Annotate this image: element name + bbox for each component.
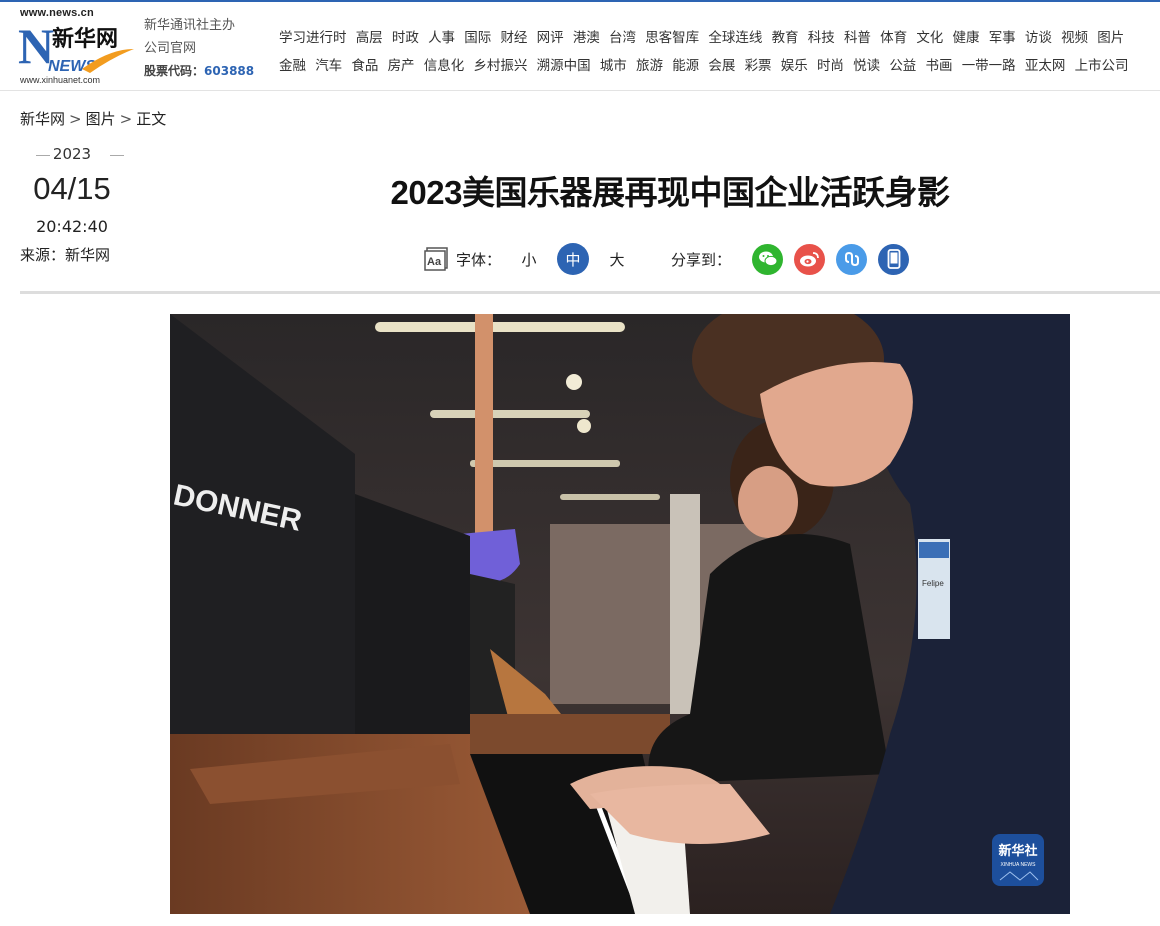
row2-item[interactable]: 书画	[926, 54, 953, 74]
weibo-share-icon[interactable]	[794, 243, 826, 275]
row1-item[interactable]: 人事	[428, 26, 455, 46]
row1-item[interactable]: 图片	[1097, 26, 1124, 46]
breadcrumb-separator: >	[119, 110, 133, 128]
main-nav: 学习进行时 高层 时政 人事 国际 财经 网评 港澳 台湾 思客智库 全球连线 教育 科技 科普 体育 文化健…	[279, 22, 1159, 78]
breadcrumb-home[interactable]: 新华网	[20, 110, 65, 128]
logo-url-top: www.news.cn	[20, 7, 94, 19]
org-info: 新华通讯社主办 公司官网 股票代码：603888	[144, 14, 254, 83]
row1-item[interactable]: 科技	[808, 26, 835, 46]
article-tools: Aa 字体： 小 中 大 分享到：	[424, 240, 910, 278]
publish-year: 2023	[20, 145, 124, 163]
row1-item[interactable]: 高层	[356, 26, 383, 46]
row2-item[interactable]: 金融	[279, 54, 306, 74]
breadcrumb: 新华网 > 图片 > 正文	[20, 108, 166, 129]
row1-item[interactable]: 港澳	[573, 26, 600, 46]
publish-date-box: 2023 04/15 20:42:40 来源：新华网	[20, 145, 124, 265]
svg-text:Aa: Aa	[427, 256, 442, 268]
row2-item[interactable]: 溯源中国	[537, 54, 591, 74]
row2-item[interactable]: 房产	[388, 54, 415, 74]
name-badge-text: Felipe	[922, 579, 944, 588]
row2-item[interactable]: 信息化	[424, 54, 465, 74]
row2-item[interactable]: 食品	[351, 54, 378, 74]
row1-item[interactable]: 财经	[500, 26, 527, 46]
row2-item[interactable]: 公益	[889, 54, 916, 74]
svg-text:新华网: 新华网	[52, 26, 118, 52]
org-line-1: 新华通讯社主办	[144, 18, 236, 33]
publish-time: 20:42:40	[36, 217, 108, 236]
publish-date: 04/15	[33, 171, 111, 206]
row2-item[interactable]: 会展	[708, 54, 735, 74]
photo-scene: DONNER Felipe 新华社 XINHUA NEWS	[170, 314, 1070, 914]
row1-item[interactable]: 军事	[989, 26, 1016, 46]
row2-item[interactable]: 一带一路	[962, 54, 1016, 74]
article-title: 2023美国乐器展再现中国企业活跃身影	[390, 174, 950, 211]
font-size-icon: Aa	[424, 247, 448, 271]
nav-row-2: 金融 汽车 食品 房产 信息化 乡村振兴 溯源中国 城市 旅游 能源 会展 彩票 娱乐 时尚 悦读 公益 书画一…	[279, 50, 1159, 78]
watermark-en: XINHUA NEWS	[1000, 862, 1036, 868]
link-share-icon[interactable]	[836, 243, 868, 275]
stock-info: 股票代码：603888	[144, 64, 255, 78]
font-label: 字体：	[456, 250, 502, 269]
row1-item[interactable]: 健康	[953, 26, 980, 46]
watermark-cn: 新华社	[998, 843, 1037, 859]
nav-row-1: 学习进行时 高层 时政 人事 国际 财经 网评 港澳 台湾 思客智库 全球连线 教育 科技 科普 体育 文化健…	[279, 22, 1159, 50]
org-line-2: 公司官网	[144, 41, 197, 56]
row2-item[interactable]: 旅游	[636, 54, 663, 74]
row1-item[interactable]: 视频	[1061, 26, 1088, 46]
article-source: 来源：新华网	[20, 246, 111, 264]
row1-item[interactable]: 科普	[844, 26, 871, 46]
row1-item[interactable]: 台湾	[609, 26, 636, 46]
site-header: www.news.cn N 新华网 NEWS www.xinhuanet.com…	[0, 2, 1160, 91]
row2-item[interactable]: 城市	[600, 54, 627, 74]
share-label: 分享到：	[671, 250, 732, 269]
stock-code[interactable]: 603888	[204, 64, 254, 78]
content-divider	[20, 291, 1160, 294]
font-size-small[interactable]: 小	[513, 243, 545, 275]
row2-item[interactable]: 亚太网	[1025, 54, 1066, 74]
row2-item[interactable]: 能源	[672, 54, 699, 74]
row1-item[interactable]: 教育	[772, 26, 799, 46]
row2-item[interactable]: 时尚	[817, 54, 844, 74]
mobile-share-icon[interactable]	[878, 243, 910, 275]
breadcrumb-current: 正文	[136, 110, 167, 128]
row1-item[interactable]: 时政	[392, 26, 419, 46]
breadcrumb-separator: >	[69, 110, 82, 128]
row1-item[interactable]: 网评	[537, 26, 564, 46]
font-size-medium[interactable]: 中	[557, 243, 590, 275]
article-photo[interactable]: DONNER Felipe 新华社 XINHUA NEWS	[170, 314, 1070, 914]
row2-item[interactable]: 娱乐	[781, 54, 808, 74]
row2-item[interactable]: 悦读	[853, 54, 880, 74]
breadcrumb-section[interactable]: 图片	[86, 110, 116, 128]
row1-item[interactable]: 文化	[916, 26, 943, 46]
row2-item[interactable]: 乡村振兴	[473, 54, 527, 74]
row1-item[interactable]: 全球连线	[708, 26, 762, 46]
row2-item[interactable]: 汽车	[315, 54, 342, 74]
logo-mark: N 新华网 NEWS	[18, 19, 134, 75]
font-size-large[interactable]: 大	[601, 243, 633, 275]
row1-item[interactable]: 学习进行时	[279, 26, 347, 46]
row1-item[interactable]: 访谈	[1025, 26, 1052, 46]
wechat-share-icon[interactable]	[752, 243, 784, 275]
row1-item[interactable]: 体育	[880, 26, 907, 46]
row2-item[interactable]: 上市公司	[1075, 54, 1129, 74]
row1-item[interactable]: 思客智库	[645, 26, 699, 46]
row1-item[interactable]: 国际	[464, 26, 491, 46]
row2-item[interactable]: 彩票	[745, 54, 772, 74]
xinhuanet-logo[interactable]: www.news.cn N 新华网 NEWS www.xinhuanet.com	[18, 7, 136, 87]
logo-url-bottom: www.xinhuanet.com	[20, 75, 101, 85]
